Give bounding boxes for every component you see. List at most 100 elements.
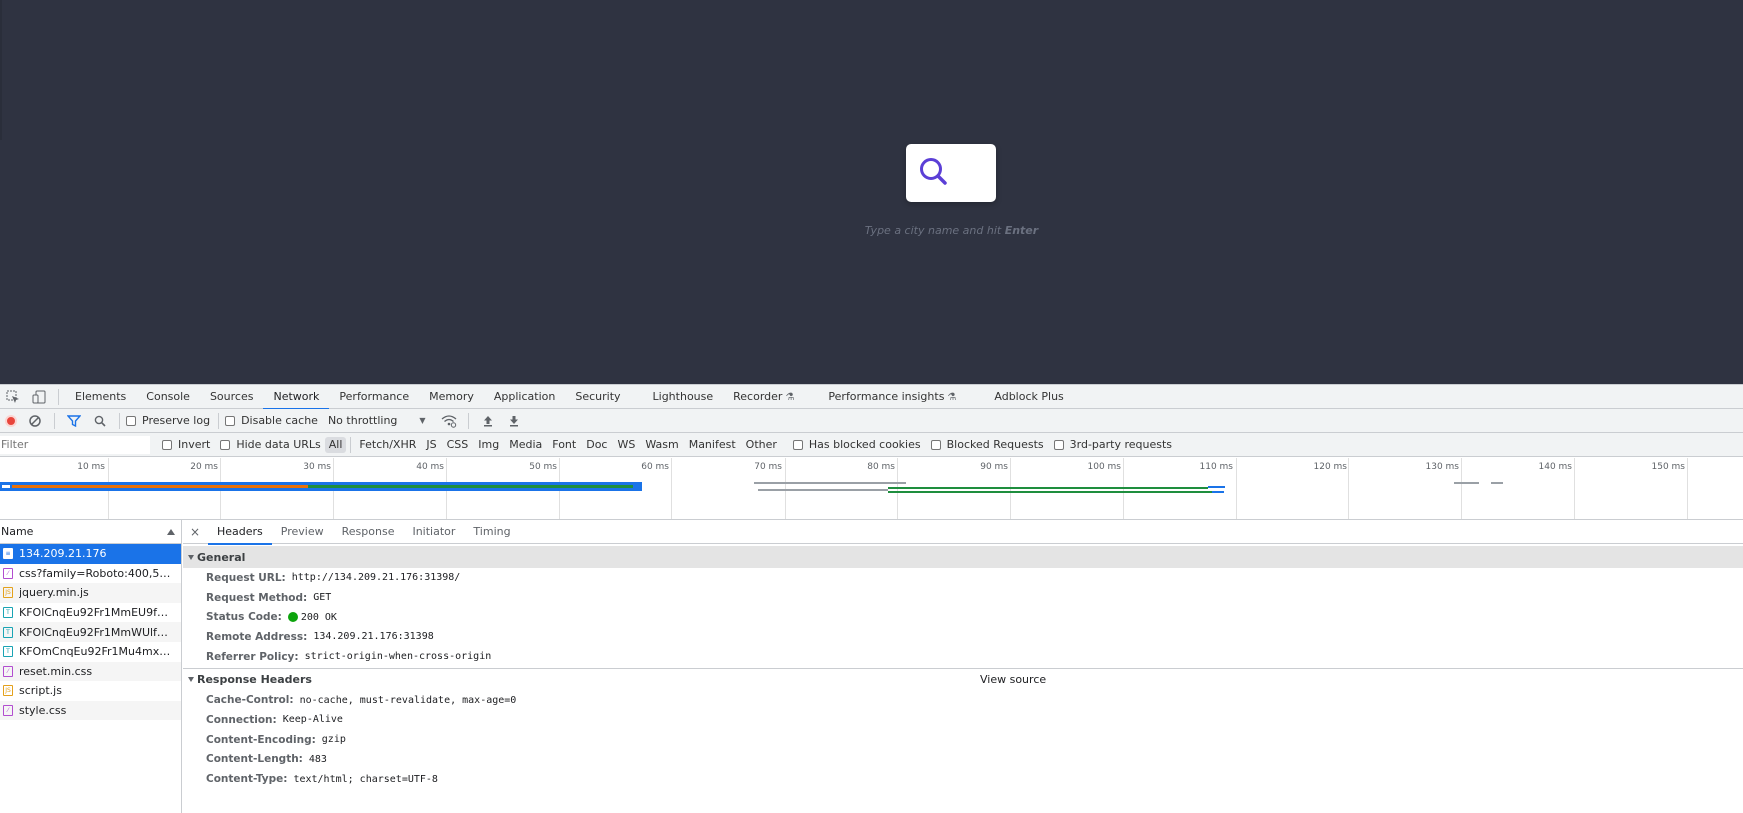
- type-filter-doc[interactable]: Doc: [582, 437, 611, 453]
- tab-sources[interactable]: Sources: [200, 385, 264, 409]
- header-key: Request URL:: [206, 571, 286, 584]
- invert-label: Invert: [178, 438, 211, 451]
- tab-lighthouse[interactable]: Lighthouse: [643, 385, 724, 409]
- clear-button[interactable]: [22, 409, 48, 433]
- type-filter-manifest[interactable]: Manifest: [685, 437, 740, 453]
- has-blocked-cookies-checkbox[interactable]: Has blocked cookies: [792, 438, 921, 451]
- blocked-requests-checkbox[interactable]: Blocked Requests: [930, 438, 1044, 451]
- tab-application[interactable]: Application: [484, 385, 565, 409]
- tab-response[interactable]: Response: [333, 520, 404, 544]
- search-icon: [920, 158, 947, 185]
- type-filter-js[interactable]: JS: [422, 437, 440, 453]
- type-filter-fetch-xhr[interactable]: Fetch/XHR: [355, 437, 420, 453]
- timeline-gridline: [1348, 458, 1349, 519]
- request-row[interactable]: T KFOlCnqEu92Fr1MmEU9fB...: [0, 603, 181, 623]
- timeline-bar-js: [888, 487, 1208, 489]
- checkbox-box[interactable]: [225, 415, 236, 426]
- timeline-gridline: [1687, 458, 1688, 519]
- checkbox-box[interactable]: [930, 439, 941, 450]
- general-section-toggle[interactable]: General: [183, 546, 1743, 568]
- tab-console[interactable]: Console: [136, 385, 200, 409]
- network-toolbar: Preserve log Disable cache No throttling…: [0, 409, 1743, 433]
- header-row: Status Code: 200 OK: [183, 607, 1743, 627]
- disable-cache-checkbox[interactable]: Disable cache: [225, 414, 318, 427]
- request-row[interactable]: ⁄ reset.min.css: [0, 661, 181, 682]
- filter-input[interactable]: [0, 435, 150, 454]
- request-row[interactable]: JS script.js: [0, 681, 181, 701]
- separator: [218, 412, 220, 429]
- request-row[interactable]: JS jquery.min.js: [0, 583, 181, 603]
- third-party-requests-checkbox[interactable]: 3rd-party requests: [1053, 438, 1172, 451]
- header-value: no-cache, must-revalidate, max-age=0: [299, 694, 517, 706]
- timeline-tick: 80 ms: [867, 462, 895, 472]
- header-key: Remote Address:: [206, 630, 308, 643]
- type-filter-img[interactable]: Img: [474, 437, 503, 453]
- type-filter-other[interactable]: Other: [742, 437, 781, 453]
- record-icon: [5, 414, 17, 427]
- request-row[interactable]: T KFOlCnqEu92Fr1MmWUlfB...: [0, 622, 181, 642]
- tab-adblock-plus[interactable]: Adblock Plus: [984, 385, 1073, 409]
- request-name: style.css: [19, 704, 67, 718]
- view-source-link[interactable]: View source: [980, 673, 1046, 686]
- device-toolbar-icon[interactable]: [26, 385, 52, 409]
- separator: [119, 412, 120, 429]
- name-column-header[interactable]: Name: [0, 520, 181, 544]
- header-value: strict-origin-when-cross-origin: [304, 651, 492, 663]
- tab-performance-insights-label: Performance insights: [828, 389, 945, 403]
- clear-icon: [29, 414, 41, 427]
- network-conditions-button[interactable]: [436, 409, 462, 433]
- type-filter-ws[interactable]: WS: [613, 437, 639, 453]
- download-icon: [509, 415, 518, 426]
- inspect-element-icon[interactable]: [0, 385, 26, 409]
- type-filter-all[interactable]: All: [324, 436, 347, 453]
- tab-preview[interactable]: Preview: [272, 520, 333, 544]
- search-icon: [94, 415, 106, 427]
- filter-icon: [67, 414, 81, 427]
- type-filter-font[interactable]: Font: [548, 437, 580, 453]
- filter-button[interactable]: [61, 409, 87, 433]
- search-network-button[interactable]: [87, 409, 113, 433]
- record-button[interactable]: [0, 409, 22, 433]
- tab-initiator[interactable]: Initiator: [403, 520, 464, 544]
- header-key: Referrer Policy:: [206, 650, 299, 663]
- network-filterbar: Invert Hide data URLs All Fetch/XHR JS C…: [0, 433, 1743, 457]
- network-overview-timeline[interactable]: 10 ms 20 ms 30 ms 40 ms 50 ms 60 ms 70 m…: [0, 458, 1743, 520]
- timeline-tick: 30 ms: [303, 462, 331, 472]
- checkbox-box[interactable]: [162, 439, 172, 450]
- tab-headers[interactable]: Headers: [208, 520, 272, 545]
- search-button[interactable]: [906, 144, 996, 202]
- tab-performance-insights[interactable]: Performance insights ⚗: [818, 385, 966, 409]
- tab-performance[interactable]: Performance: [329, 385, 419, 409]
- checkbox-box[interactable]: [792, 439, 803, 450]
- font-icon: T: [3, 646, 13, 658]
- request-row[interactable]: ≡ 134.209.21.176: [0, 544, 181, 564]
- tab-elements[interactable]: Elements: [65, 385, 136, 409]
- tab-timing[interactable]: Timing: [464, 520, 519, 544]
- checkbox-box[interactable]: [1053, 439, 1064, 450]
- tab-memory[interactable]: Memory: [419, 385, 484, 409]
- import-har-button[interactable]: [475, 409, 501, 433]
- checkbox-box[interactable]: [220, 439, 231, 450]
- timeline-bar-late: [1454, 482, 1479, 484]
- tab-security[interactable]: Security: [565, 385, 630, 409]
- invert-checkbox[interactable]: Invert: [162, 438, 210, 451]
- response-headers-section-toggle[interactable]: Response Headers View source: [183, 668, 1743, 690]
- type-filter-media[interactable]: Media: [505, 437, 546, 453]
- script-icon: JS: [3, 587, 13, 599]
- checkbox-box[interactable]: [126, 415, 136, 426]
- request-row[interactable]: ⁄ css?family=Roboto:400,500,...: [0, 564, 181, 584]
- tab-recorder[interactable]: Recorder ⚗: [723, 385, 804, 409]
- request-row[interactable]: ⁄ style.css: [0, 700, 181, 721]
- type-filter-wasm[interactable]: Wasm: [641, 437, 682, 453]
- preserve-log-checkbox[interactable]: Preserve log: [126, 414, 210, 427]
- tab-network[interactable]: Network: [263, 385, 330, 410]
- close-icon[interactable]: ×: [188, 525, 202, 539]
- throttling-select[interactable]: No throttling ▼: [328, 414, 426, 427]
- export-har-button[interactable]: [501, 409, 527, 433]
- hide-data-urls-checkbox[interactable]: Hide data URLs: [220, 438, 321, 451]
- header-row: Referrer Policy: strict-origin-when-cross…: [183, 647, 1743, 667]
- request-row[interactable]: T KFOmCnqEu92Fr1Mu4mxK....: [0, 642, 181, 662]
- type-filter-css[interactable]: CSS: [443, 437, 473, 453]
- page-viewport: Type a city name and hit Enter: [0, 0, 1743, 384]
- wifi-settings-icon: [441, 414, 456, 428]
